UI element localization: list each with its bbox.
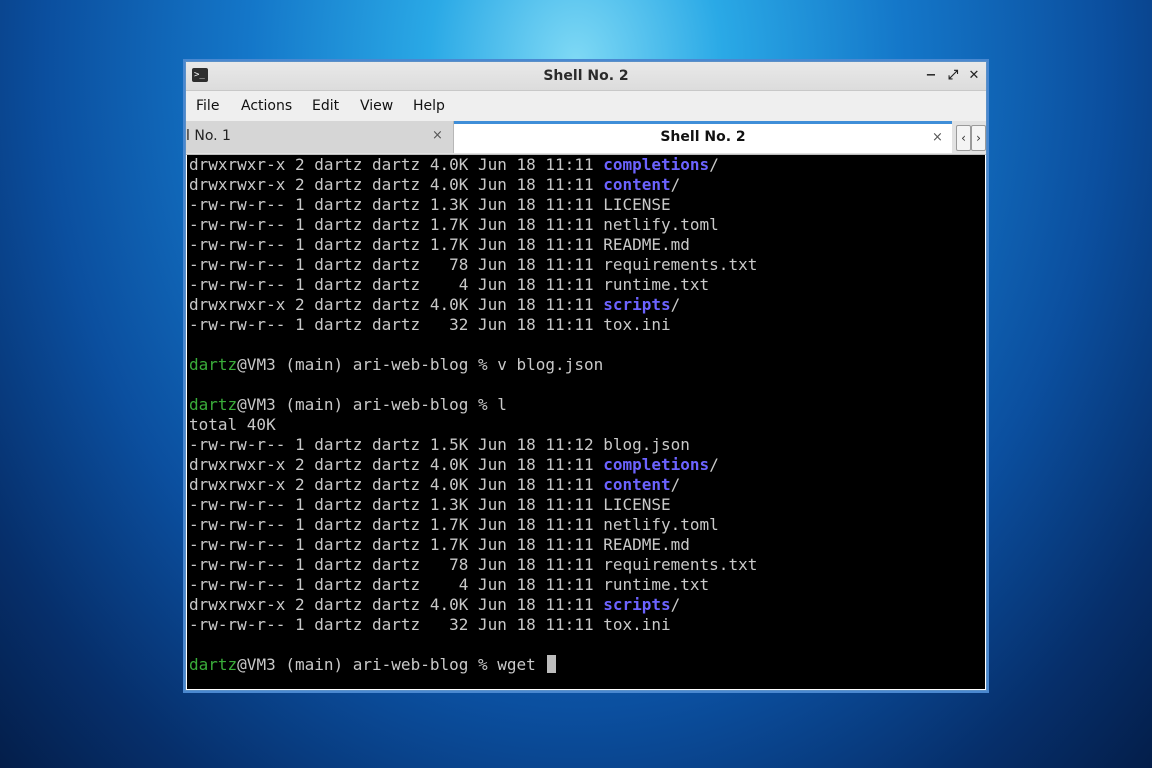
terminal-text: -rw-rw-r-- 1 dartz dartz 1.7K Jun 18 11:… <box>189 235 690 254</box>
prompt-user: dartz <box>189 655 238 674</box>
terminal-text: drwxrwxr-x 2 dartz dartz 4.0K Jun 18 11:… <box>189 175 604 194</box>
terminal-line: -rw-rw-r-- 1 dartz dartz 1.7K Jun 18 11:… <box>189 215 757 235</box>
terminal-text: -rw-rw-r-- 1 dartz dartz 32 Jun 18 11:11… <box>189 615 671 634</box>
terminal-lines: drwxrwxr-x 2 dartz dartz 4.0K Jun 18 11:… <box>189 155 757 675</box>
terminal-line: drwxrwxr-x 2 dartz dartz 4.0K Jun 18 11:… <box>189 475 757 495</box>
terminal-text: / <box>670 295 681 314</box>
terminal-line: -rw-rw-r-- 1 dartz dartz 32 Jun 18 11:11… <box>189 315 757 335</box>
terminal-text: drwxrwxr-x 2 dartz dartz 4.0K Jun 18 11:… <box>189 455 604 474</box>
directory-name: content <box>603 475 671 494</box>
terminal-line: -rw-rw-r-- 1 dartz dartz 32 Jun 18 11:11… <box>189 615 757 635</box>
tab-bar: l No. 1 × Shell No. 2 × ‹ › <box>186 121 986 155</box>
minimize-icon[interactable]: − <box>922 67 940 85</box>
title-bar[interactable]: >_ Shell No. 2 − ⤢ ✕ <box>186 62 986 91</box>
terminal-text: -rw-rw-r-- 1 dartz dartz 1.7K Jun 18 11:… <box>189 535 690 554</box>
terminal-line: -rw-rw-r-- 1 dartz dartz 4 Jun 18 11:11 … <box>189 275 757 295</box>
prompt-user: dartz <box>189 395 238 414</box>
directory-name: scripts <box>603 595 671 614</box>
terminal-line: drwxrwxr-x 2 dartz dartz 4.0K Jun 18 11:… <box>189 155 757 175</box>
tab-shell-1[interactable]: l No. 1 × <box>186 121 454 153</box>
terminal-line: -rw-rw-r-- 1 dartz dartz 1.3K Jun 18 11:… <box>189 495 757 515</box>
terminal-window: >_ Shell No. 2 − ⤢ ✕ File Actions Edit V… <box>185 61 987 691</box>
menu-bar: File Actions Edit View Help <box>186 91 986 121</box>
terminal-text: -rw-rw-r-- 1 dartz dartz 78 Jun 18 11:11… <box>189 255 758 274</box>
terminal-text: -rw-rw-r-- 1 dartz dartz 4 Jun 18 11:11 … <box>189 575 710 594</box>
menu-help[interactable]: Help <box>413 91 445 121</box>
tab-scroll-right-icon[interactable]: › <box>971 125 986 151</box>
maximize-icon[interactable]: ⤢ <box>944 67 962 85</box>
close-icon[interactable]: ✕ <box>965 67 983 85</box>
terminal-text: -rw-rw-r-- 1 dartz dartz 1.3K Jun 18 11:… <box>189 195 671 214</box>
terminal-text: drwxrwxr-x 2 dartz dartz 4.0K Jun 18 11:… <box>189 295 604 314</box>
terminal-text: drwxrwxr-x 2 dartz dartz 4.0K Jun 18 11:… <box>189 595 604 614</box>
terminal-line: total 40K <box>189 415 757 435</box>
terminal-text: -rw-rw-r-- 1 dartz dartz 1.3K Jun 18 11:… <box>189 495 671 514</box>
terminal-text: / <box>670 595 681 614</box>
terminal-text: -rw-rw-r-- 1 dartz dartz 32 Jun 18 11:11… <box>189 315 671 334</box>
terminal-text: -rw-rw-r-- 1 dartz dartz 4 Jun 18 11:11 … <box>189 275 710 294</box>
menu-actions[interactable]: Actions <box>241 91 292 121</box>
terminal-text: @VM3 (main) ari-web-blog % wget <box>237 655 546 674</box>
terminal-line: -rw-rw-r-- 1 dartz dartz 1.3K Jun 18 11:… <box>189 195 757 215</box>
terminal-text: @VM3 (main) ari-web-blog % v blog.json <box>237 355 604 374</box>
prompt-user: dartz <box>189 355 238 374</box>
terminal-text: -rw-rw-r-- 1 dartz dartz 1.5K Jun 18 11:… <box>189 435 690 454</box>
terminal-line: drwxrwxr-x 2 dartz dartz 4.0K Jun 18 11:… <box>189 295 757 315</box>
terminal-line: dartz@VM3 (main) ari-web-blog % v blog.j… <box>189 355 757 375</box>
terminal-line: -rw-rw-r-- 1 dartz dartz 78 Jun 18 11:11… <box>189 555 757 575</box>
terminal-text: drwxrwxr-x 2 dartz dartz 4.0K Jun 18 11:… <box>189 155 604 174</box>
terminal-line: -rw-rw-r-- 1 dartz dartz 78 Jun 18 11:11… <box>189 255 757 275</box>
menu-edit[interactable]: Edit <box>312 91 339 121</box>
terminal-line: drwxrwxr-x 2 dartz dartz 4.0K Jun 18 11:… <box>189 175 757 195</box>
terminal-text: -rw-rw-r-- 1 dartz dartz 1.7K Jun 18 11:… <box>189 515 719 534</box>
terminal-line: -rw-rw-r-- 1 dartz dartz 1.7K Jun 18 11:… <box>189 535 757 555</box>
directory-name: content <box>603 175 671 194</box>
terminal-line: dartz@VM3 (main) ari-web-blog % l <box>189 395 757 415</box>
directory-name: scripts <box>603 295 671 314</box>
terminal-text: @VM3 (main) ari-web-blog % l <box>237 395 507 414</box>
terminal-line: -rw-rw-r-- 1 dartz dartz 4 Jun 18 11:11 … <box>189 575 757 595</box>
window-title: Shell No. 2 <box>543 68 629 84</box>
terminal-line: -rw-rw-r-- 1 dartz dartz 1.7K Jun 18 11:… <box>189 235 757 255</box>
terminal-text: / <box>670 475 681 494</box>
terminal-text: / <box>709 455 719 474</box>
terminal-line: -rw-rw-r-- 1 dartz dartz 1.5K Jun 18 11:… <box>189 435 757 455</box>
tab-label: l No. 1 <box>186 128 231 144</box>
terminal-line: drwxrwxr-x 2 dartz dartz 4.0K Jun 18 11:… <box>189 455 757 475</box>
terminal-text: drwxrwxr-x 2 dartz dartz 4.0K Jun 18 11:… <box>189 475 604 494</box>
terminal-text: -rw-rw-r-- 1 dartz dartz 1.7K Jun 18 11:… <box>189 215 719 234</box>
tab-scroll-left-icon[interactable]: ‹ <box>956 125 971 151</box>
tab-close-icon[interactable]: × <box>432 121 443 151</box>
terminal-line: dartz@VM3 (main) ari-web-blog % wget <box>189 655 757 675</box>
terminal-text: total 40K <box>189 415 276 434</box>
menu-view[interactable]: View <box>360 91 393 121</box>
directory-name: completions <box>603 455 710 474</box>
terminal-output[interactable]: drwxrwxr-x 2 dartz dartz 4.0K Jun 18 11:… <box>187 155 985 689</box>
menu-file[interactable]: File <box>196 91 219 121</box>
tab-close-icon[interactable]: × <box>932 124 943 151</box>
terminal-text: -rw-rw-r-- 1 dartz dartz 78 Jun 18 11:11… <box>189 555 758 574</box>
terminal-text: / <box>670 175 681 194</box>
text-cursor <box>547 655 557 673</box>
tab-shell-2[interactable]: Shell No. 2 × <box>454 121 952 153</box>
terminal-line: -rw-rw-r-- 1 dartz dartz 1.7K Jun 18 11:… <box>189 515 757 535</box>
tab-label: Shell No. 2 <box>660 129 746 145</box>
directory-name: completions <box>603 155 710 174</box>
terminal-line: drwxrwxr-x 2 dartz dartz 4.0K Jun 18 11:… <box>189 595 757 615</box>
terminal-text: / <box>709 155 719 174</box>
